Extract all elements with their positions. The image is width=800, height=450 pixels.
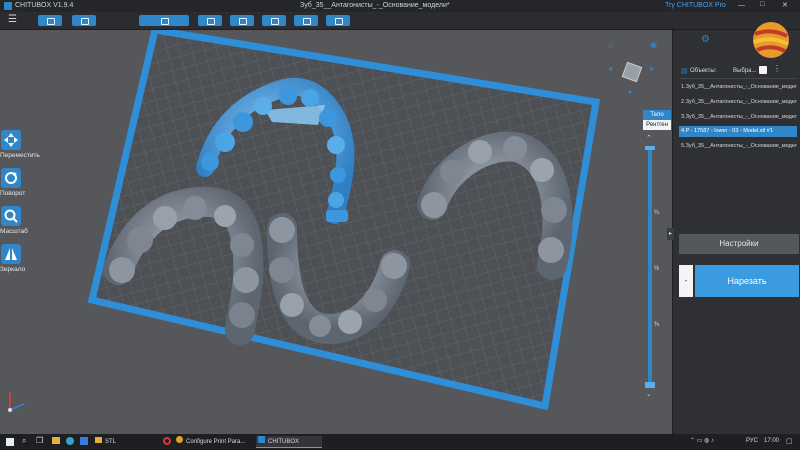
objects-header-icon: ▤ bbox=[681, 68, 688, 75]
scale-icon bbox=[1, 206, 21, 226]
support-button[interactable] bbox=[262, 15, 286, 26]
slice-settings-button[interactable] bbox=[326, 15, 350, 26]
taskbar-chitubox[interactable]: CHITUBOX bbox=[256, 436, 322, 448]
opera-icon[interactable] bbox=[163, 437, 171, 445]
mirror-icon bbox=[1, 244, 21, 264]
view-mode-body-button[interactable]: Тело bbox=[643, 110, 671, 120]
rotate-icon bbox=[1, 168, 21, 188]
camera-down-icon[interactable]: ▾ bbox=[628, 88, 632, 97]
slider-tick-quarter: ¼ bbox=[654, 210, 660, 216]
pro-link[interactable]: Try CHITUBOX Pro bbox=[665, 2, 726, 9]
settings-gear-icon[interactable]: ⚙ bbox=[701, 34, 710, 45]
layer-slider-down-icon[interactable]: ⌄ bbox=[646, 390, 652, 398]
chitubox-taskbar-icon bbox=[258, 436, 265, 443]
camera-left-icon[interactable]: ◂ bbox=[608, 64, 612, 73]
chrome-icon bbox=[176, 436, 183, 443]
select-all-label: Выбра... bbox=[733, 68, 757, 74]
settings-button[interactable]: Настройки bbox=[679, 234, 799, 254]
document-title: Зуб_35__Антагонисты_-_Основание_модели* bbox=[300, 2, 450, 9]
object-list-item[interactable]: 2.Зуб_35__Антагонисты_-_Основание_модели bbox=[679, 97, 797, 108]
camera-right-icon[interactable]: ▸ bbox=[650, 64, 654, 73]
panel-collapse-icon[interactable]: ▸ bbox=[667, 228, 674, 240]
rotate-tool[interactable]: Поворот bbox=[0, 168, 44, 197]
object-list-item[interactable]: 3.Зуб_35__Антагонисты_-_Основание_модели bbox=[679, 112, 797, 123]
app-name: CHITUBOX V1.9.4 bbox=[15, 2, 74, 9]
layer-slider-top-handle[interactable] bbox=[645, 146, 655, 150]
3d-viewport[interactable]: Переместить Поворот Масштаб Зеркало ⌂ ◉ … bbox=[0, 30, 672, 434]
hollow-button[interactable] bbox=[294, 15, 318, 26]
taskbar-item-label: Configure Print Para... bbox=[186, 439, 246, 445]
save-button[interactable] bbox=[72, 15, 96, 26]
rotate-label: Поворот bbox=[0, 190, 26, 197]
right-panel: ⚙ ▤ Объекты: Выбра... ⋮ 1.Зуб_35__Антаго… bbox=[667, 22, 800, 434]
objects-menu-icon[interactable]: ⋮ bbox=[773, 64, 781, 73]
arrange-button[interactable] bbox=[230, 15, 254, 26]
slice-button[interactable]: Нарезать bbox=[695, 265, 799, 297]
mirror-tool[interactable]: Зеркало bbox=[0, 244, 44, 273]
tray-icons[interactable]: ⌃ ▭ ◍ ♪ bbox=[690, 437, 714, 444]
slice-options-button[interactable]: - bbox=[679, 265, 693, 297]
select-all-checkbox[interactable] bbox=[759, 66, 767, 74]
app-logo-icon bbox=[4, 2, 12, 10]
folder-icon bbox=[95, 437, 102, 443]
layer-slider-up-icon[interactable]: ⌃ bbox=[646, 134, 652, 142]
edge-icon[interactable] bbox=[66, 437, 74, 445]
title-bar: CHITUBOX V1.9.4 Зуб_35__Антагонисты_-_Ос… bbox=[0, 0, 800, 12]
main-toolbar: ☰ bbox=[0, 12, 800, 30]
open-file-button[interactable] bbox=[38, 15, 62, 26]
object-list-item-selected[interactable]: 4.P - 17587 - lower - 03 - Model.stl #1 bbox=[679, 126, 797, 137]
store-icon[interactable] bbox=[80, 437, 88, 445]
move-label: Переместить bbox=[0, 152, 40, 159]
move-icon bbox=[1, 130, 21, 150]
taskbar-configure-print[interactable]: Configure Print Para... bbox=[176, 436, 252, 448]
notifications-icon[interactable]: ▢ bbox=[786, 437, 793, 445]
objects-header: Объекты: bbox=[690, 68, 717, 74]
maximize-icon[interactable]: □ bbox=[760, 1, 764, 8]
undo-redo-button[interactable] bbox=[139, 15, 189, 26]
grid-view-button[interactable] bbox=[198, 15, 222, 26]
brand-logo-icon bbox=[753, 22, 789, 58]
view-mode-xray-button[interactable]: Рентген bbox=[643, 120, 671, 130]
windows-start-icon[interactable] bbox=[6, 438, 14, 446]
search-icon[interactable]: ⌕ bbox=[22, 436, 26, 446]
slider-tick-half: ½ bbox=[654, 266, 660, 272]
layer-slider-bottom-handle[interactable] bbox=[645, 382, 655, 388]
mirror-label: Зеркало bbox=[0, 266, 26, 273]
layer-slider-track[interactable] bbox=[648, 148, 652, 388]
taskbar-stl[interactable]: STL bbox=[95, 436, 155, 448]
scale-label: Масштаб bbox=[0, 228, 28, 235]
hamburger-menu-icon[interactable]: ☰ bbox=[8, 14, 17, 25]
slider-tick-three-quarter: ¾ bbox=[654, 322, 660, 328]
object-list-item[interactable]: 1.Зуб_35__Антагонисты_-_Основание_модели bbox=[679, 82, 797, 93]
eye-view-icon[interactable]: ◉ bbox=[650, 40, 657, 49]
axis-indicator bbox=[8, 392, 25, 412]
scene-canvas[interactable] bbox=[0, 30, 672, 434]
close-icon[interactable]: ✕ bbox=[782, 1, 788, 9]
language-indicator[interactable]: РУС bbox=[746, 438, 758, 444]
move-tool[interactable]: Переместить bbox=[0, 130, 44, 159]
clock[interactable]: 17:00 bbox=[764, 438, 779, 444]
home-view-icon[interactable]: ⌂ bbox=[608, 40, 613, 50]
taskbar-item-label: CHITUBOX bbox=[268, 439, 300, 445]
taskbar-item-label: STL bbox=[105, 439, 117, 445]
scale-tool[interactable]: Масштаб bbox=[0, 206, 44, 235]
minimize-icon[interactable]: — bbox=[738, 2, 745, 9]
task-view-icon[interactable]: ❐ bbox=[36, 436, 43, 445]
windows-taskbar: ⌕ ❐ STL Configure Print Para... CHITUBOX… bbox=[0, 434, 800, 450]
objects-divider bbox=[679, 78, 797, 79]
object-list-item[interactable]: 5.Зуб_35__Антагонисты_-_Основание_модели bbox=[679, 141, 797, 152]
explorer-icon[interactable] bbox=[52, 437, 60, 444]
